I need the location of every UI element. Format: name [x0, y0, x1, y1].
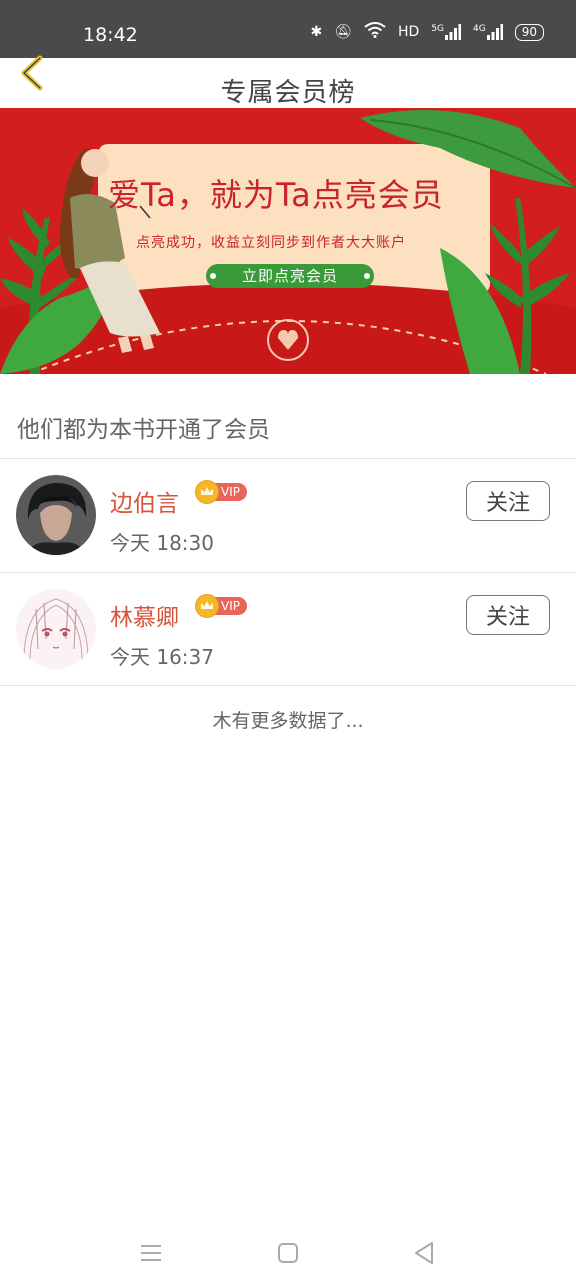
- join-time: 今天 16:37: [110, 645, 214, 669]
- promo-banner[interactable]: 爱Ta，就为Ta点亮会员 点亮成功，收益立刻同步到作者大大账户 立即点亮会员: [0, 108, 576, 375]
- section-title: 他们都为本书开通了会员: [17, 417, 270, 443]
- no-more-data-text: 木有更多数据了...: [212, 710, 364, 732]
- status-icons: ✱ 🔕︎ HD 5G 4G 90: [310, 22, 544, 42]
- status-bar: 18:42 ✱ 🔕︎ HD 5G 4G 90: [0, 0, 576, 58]
- banner-headline: 爱Ta，就为Ta点亮会员: [108, 176, 444, 214]
- bluetooth-icon: ✱: [310, 24, 323, 40]
- follow-button[interactable]: 关注: [466, 481, 550, 521]
- banner-subline: 点亮成功，收益立刻同步到作者大大账户: [136, 235, 406, 251]
- bell-muted-icon: 🔕︎: [334, 24, 352, 40]
- back-triangle-icon[interactable]: [410, 1238, 440, 1268]
- home-icon[interactable]: [273, 1238, 303, 1268]
- vip-badge: VIP: [195, 479, 247, 505]
- member-name[interactable]: 林慕卿: [110, 598, 179, 632]
- signal-4g-label: 4G: [473, 24, 486, 34]
- page-title: 专属会员榜: [220, 78, 356, 108]
- crown-icon: [195, 480, 219, 504]
- system-nav-bar: [0, 1220, 576, 1280]
- battery-indicator: 90: [514, 23, 544, 41]
- crown-icon: [195, 594, 219, 618]
- list-item[interactable]: 林慕卿 VIP 今天 16:37 关注: [0, 573, 576, 686]
- avatar[interactable]: [16, 589, 96, 669]
- join-time: 今天 18:30: [110, 531, 214, 555]
- avatar[interactable]: [16, 475, 96, 555]
- list-item[interactable]: 边伯言 VIP 今天 18:30 关注: [0, 459, 576, 572]
- signal-4g-icon: 4G: [473, 24, 503, 40]
- divider: [0, 685, 576, 686]
- wifi-icon: [364, 22, 386, 42]
- follow-button[interactable]: 关注: [466, 595, 550, 635]
- status-time: 18:42: [83, 24, 138, 46]
- member-name[interactable]: 边伯言: [110, 484, 179, 518]
- signal-5g-icon: 5G: [431, 24, 462, 40]
- hd-icon: HD: [398, 24, 420, 40]
- vip-badge: VIP: [195, 593, 247, 619]
- signal-5g-label: 5G: [431, 24, 445, 34]
- menu-icon[interactable]: [136, 1238, 166, 1268]
- banner-cta-button[interactable]: 立即点亮会员: [206, 264, 374, 288]
- nav-bar: 专属会员榜: [0, 55, 576, 108]
